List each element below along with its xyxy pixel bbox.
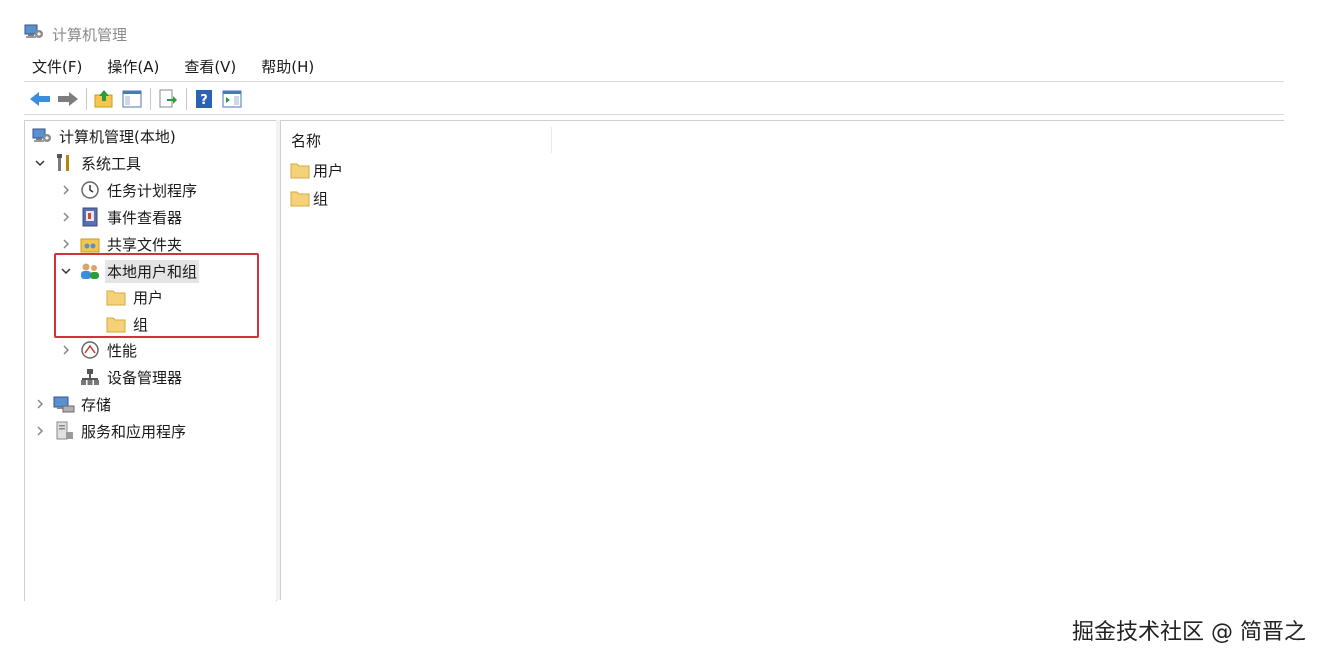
list-item[interactable]: 用户	[289, 158, 343, 182]
window-title: 计算机管理	[52, 25, 128, 44]
column-header-name[interactable]: 名称	[291, 127, 552, 153]
chevron-right-icon[interactable]	[59, 183, 73, 197]
tree-item-system-tools[interactable]: 系统工具	[33, 151, 143, 175]
chevron-right-icon[interactable]	[33, 397, 47, 411]
device-manager-icon	[79, 366, 101, 388]
tree-label: 系统工具	[81, 154, 142, 173]
tree-item-task-scheduler[interactable]: 任务计划程序	[59, 178, 199, 202]
chevron-right-icon[interactable]	[59, 210, 73, 224]
tree-item-storage[interactable]: 存储	[33, 392, 113, 416]
content-list-pane[interactable]: 名称 用户 组	[281, 120, 1284, 601]
menu-bar: 文件(F) 操作(A) 查看(V) 帮助(H)	[30, 54, 337, 78]
watermark: 掘金技术社区 @ 简晋之	[1072, 620, 1306, 645]
tree-item-event-viewer[interactable]: 事件查看器	[59, 205, 184, 229]
event-viewer-icon	[79, 206, 101, 228]
toolbar-separator	[86, 88, 87, 110]
tree-item-groups[interactable]: 组	[105, 312, 150, 336]
chevron-right-icon[interactable]	[33, 424, 47, 438]
chevron-down-icon[interactable]	[33, 156, 47, 170]
tree-label: 组	[133, 315, 149, 334]
tree-label: 计算机管理(本地)	[59, 127, 176, 146]
forward-arrow-icon[interactable]	[56, 87, 80, 111]
shared-folder-icon	[79, 233, 101, 255]
folder-icon	[105, 313, 127, 335]
clock-icon	[79, 179, 101, 201]
column-header-label: 名称	[291, 131, 322, 150]
chevron-right-icon[interactable]	[59, 237, 73, 251]
tree-item-users[interactable]: 用户	[105, 285, 165, 309]
folder-icon	[105, 286, 127, 308]
tree-item-local-users-groups[interactable]: 本地用户和组	[59, 259, 200, 283]
tree-item-services-apps[interactable]: 服务和应用程序	[33, 419, 188, 443]
tree-item-shared-folders[interactable]: 共享文件夹	[59, 232, 184, 256]
tree-label: 事件查看器	[107, 208, 183, 227]
folder-icon	[289, 187, 311, 209]
menu-view[interactable]: 查看(V)	[182, 56, 238, 77]
chevron-right-icon[interactable]	[59, 343, 73, 357]
tree-label: 用户	[133, 288, 164, 307]
tree-label: 共享文件夹	[107, 235, 183, 254]
list-item-label: 用户	[313, 161, 344, 180]
folder-icon	[289, 159, 311, 181]
users-group-icon	[79, 260, 101, 282]
menu-action[interactable]: 操作(A)	[105, 56, 161, 77]
svg-text:?: ?	[200, 93, 208, 108]
toolbar-separator	[186, 88, 187, 110]
menu-help[interactable]: 帮助(H)	[259, 56, 316, 77]
menu-file[interactable]: 文件(F)	[30, 56, 84, 77]
up-folder-icon[interactable]	[92, 87, 116, 111]
toolbar-divider	[24, 114, 1284, 115]
chevron-down-icon[interactable]	[59, 264, 73, 278]
tree-label: 任务计划程序	[107, 181, 198, 200]
tree-label: 设备管理器	[107, 368, 183, 387]
menu-divider	[24, 81, 1284, 82]
list-item[interactable]: 组	[289, 186, 328, 210]
tree-item-device-manager[interactable]: 设备管理器	[79, 365, 184, 389]
back-arrow-icon[interactable]	[28, 87, 52, 111]
tree-label: 服务和应用程序	[81, 422, 187, 441]
performance-gauge-icon	[79, 339, 101, 361]
export-list-icon[interactable]	[156, 87, 180, 111]
action-pane-icon[interactable]	[220, 87, 244, 111]
show-hide-tree-icon[interactable]	[120, 87, 144, 111]
list-item-label: 组	[313, 189, 329, 208]
tree-label: 本地用户和组	[105, 259, 200, 283]
tree-label: 存储	[81, 395, 112, 414]
tree-label: 性能	[107, 341, 138, 360]
computer-management-icon	[24, 22, 44, 46]
computer-management-icon	[31, 125, 53, 147]
navigation-tree-pane[interactable]: 计算机管理(本地) 系统工具 任务计划程序 事件查看器 共享文件夹 本地用户和组…	[24, 120, 277, 601]
toolbar-separator	[150, 88, 151, 110]
storage-icon	[53, 393, 75, 415]
title-bar: 计算机管理	[24, 22, 127, 46]
help-icon[interactable]: ?	[192, 87, 216, 111]
tree-item-performance[interactable]: 性能	[59, 338, 139, 362]
tree-item-root[interactable]: 计算机管理(本地)	[31, 124, 178, 148]
tools-icon	[53, 152, 75, 174]
toolbar: ?	[28, 84, 248, 114]
services-icon	[53, 420, 75, 442]
